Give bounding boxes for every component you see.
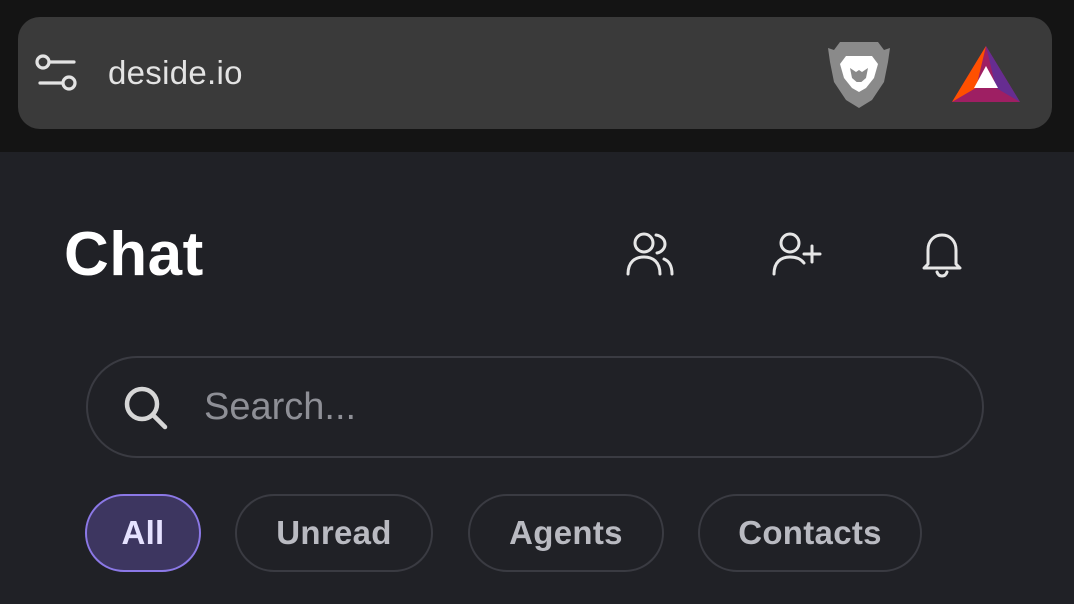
add-user-icon[interactable] xyxy=(770,228,822,280)
search-input[interactable] xyxy=(204,380,944,434)
url-text[interactable]: deside.io xyxy=(108,53,243,93)
filter-chip-unread[interactable]: Unread xyxy=(235,494,433,572)
group-icon[interactable] xyxy=(624,228,676,280)
search-icon xyxy=(124,386,168,430)
page-title: Chat xyxy=(64,220,204,289)
filter-chip-contacts[interactable]: Contacts xyxy=(698,494,922,572)
filter-chip-agents[interactable]: Agents xyxy=(468,494,664,572)
filter-chip-all[interactable]: All xyxy=(85,494,201,572)
brave-lion-icon[interactable] xyxy=(826,38,892,112)
brave-rewards-bat-icon[interactable] xyxy=(950,44,1022,106)
site-settings-icon[interactable] xyxy=(34,52,80,94)
bell-icon[interactable] xyxy=(916,228,968,280)
